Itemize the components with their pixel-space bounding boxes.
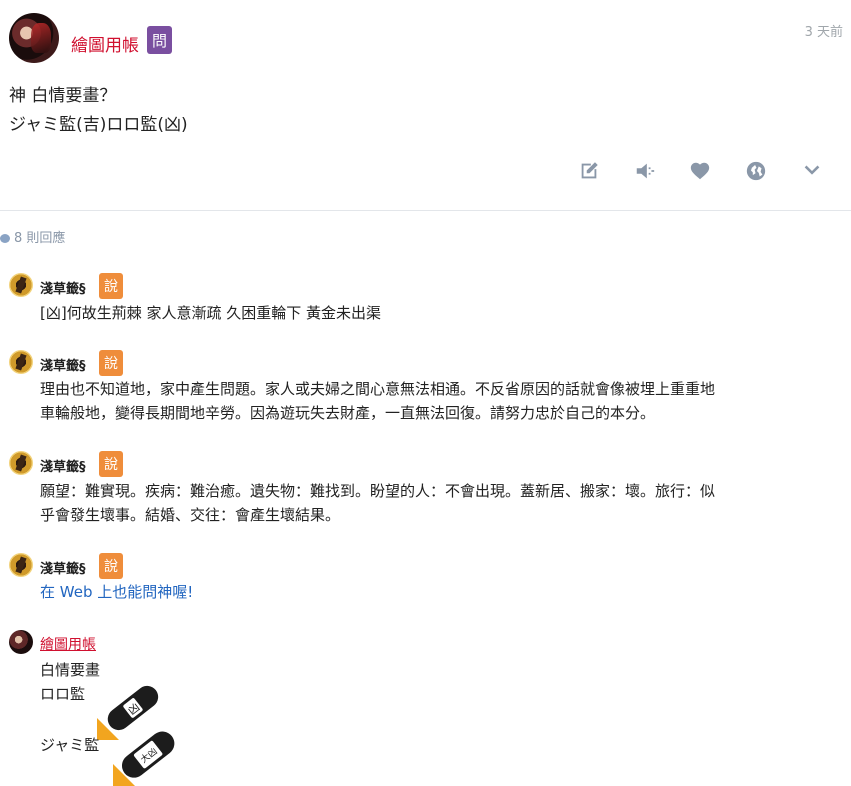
omikuji-stamp-icon: 大凶 <box>113 731 175 786</box>
avatar[interactable] <box>9 350 33 374</box>
comment-text: 願望：難實現。疾病：難治癒。遺失物：難找到。盼望的人：不會出現。蓋新居、搬家：壞… <box>40 479 840 527</box>
comment-text: 理由也不知道地，家中產生問題。家人或夫婦之間心意無法相通。不反省原因的話就會像被… <box>40 377 840 425</box>
avatar[interactable] <box>9 553 33 577</box>
chevron-down-icon[interactable] <box>801 160 823 182</box>
post-body: 神 白情要畫？ ジャミ監(吉)ロロ監(凶) <box>9 82 188 140</box>
speaker-icon[interactable] <box>634 160 656 182</box>
post-actions <box>0 160 851 184</box>
avatar[interactable] <box>9 630 33 654</box>
share-icon[interactable] <box>745 160 767 182</box>
heart-icon[interactable] <box>689 160 711 182</box>
comment-item: 淺草籤§ 說 [凶]何故生荊棘 家人意漸疏 久困重輪下 黃金未出渠 <box>9 273 849 323</box>
comment-author[interactable]: 淺草籤§ <box>40 456 86 475</box>
comment-author[interactable]: 淺草籤§ <box>40 355 86 374</box>
comment-line: 願望：難實現。疾病：難治癒。遺失物：難找到。盼望的人：不會出現。蓋新居、搬家：壞… <box>40 482 716 500</box>
post-line: 神 白情要畫？ <box>9 86 117 106</box>
avatar[interactable] <box>9 451 33 475</box>
comment-item: 淺草籤§ 說 在 Web 上也能問神喔! <box>9 553 849 603</box>
comment-author[interactable]: 繪圖用帳 <box>40 634 96 654</box>
reply-count[interactable]: 8 則回應 <box>0 227 65 246</box>
comment-item: 淺草籤§ 說 理由也不知道地，家中產生問題。家人或夫婦之間心意無法相通。不反省原… <box>9 350 849 430</box>
ask-badge: 問 <box>147 26 172 54</box>
comment-text: [凶]何故生荊棘 家人意漸疏 久困重輪下 黃金未出渠 <box>40 304 382 322</box>
say-badge: 說 <box>99 273 123 299</box>
post-header: 繪圖用帳 問 3 天前 <box>9 13 849 65</box>
comment-item: 淺草籤§ 說 願望：難實現。疾病：難治癒。遺失物：難找到。盼望的人：不會出現。蓋… <box>9 451 849 531</box>
reply-count-label: 8 則回應 <box>14 231 66 246</box>
post-timestamp: 3 天前 <box>804 25 843 40</box>
say-badge: 說 <box>99 451 123 477</box>
comment-line: 車輪般地，變得長期間地辛勞。因為遊玩失去財產，一直無法回復。請努力忠於自己的本分… <box>40 404 656 422</box>
comment-line: 理由也不知道地，家中產生問題。家人或夫婦之間心意無法相通。不反省原因的話就會像被… <box>40 380 716 398</box>
avatar[interactable] <box>9 13 59 63</box>
post-author-name[interactable]: 繪圖用帳 <box>71 31 139 56</box>
avatar[interactable] <box>9 273 33 297</box>
post-line: ジャミ監(吉)ロロ監(凶) <box>9 115 188 135</box>
self-comment: 繪圖用帳 白情要畫 ロロ監 凶 ジャミ監 大凶 <box>9 630 849 786</box>
comment-link[interactable]: 在 Web 上也能問神喔! <box>40 580 840 604</box>
edit-icon[interactable] <box>578 160 600 182</box>
comment-line: ロロ監 <box>40 685 86 703</box>
comment-line: ジャミ監 <box>40 736 100 754</box>
comment-author[interactable]: 淺草籤§ <box>40 278 86 297</box>
say-badge: 說 <box>99 350 123 376</box>
comment-author[interactable]: 淺草籤§ <box>40 558 86 577</box>
comment-line: 乎會發生壞事。結婚、交往：會產生壞結果。 <box>40 506 341 524</box>
comment-line: 白情要畫 <box>40 661 101 679</box>
comment-icon <box>0 234 10 243</box>
divider <box>0 210 851 211</box>
say-badge: 說 <box>99 553 123 579</box>
